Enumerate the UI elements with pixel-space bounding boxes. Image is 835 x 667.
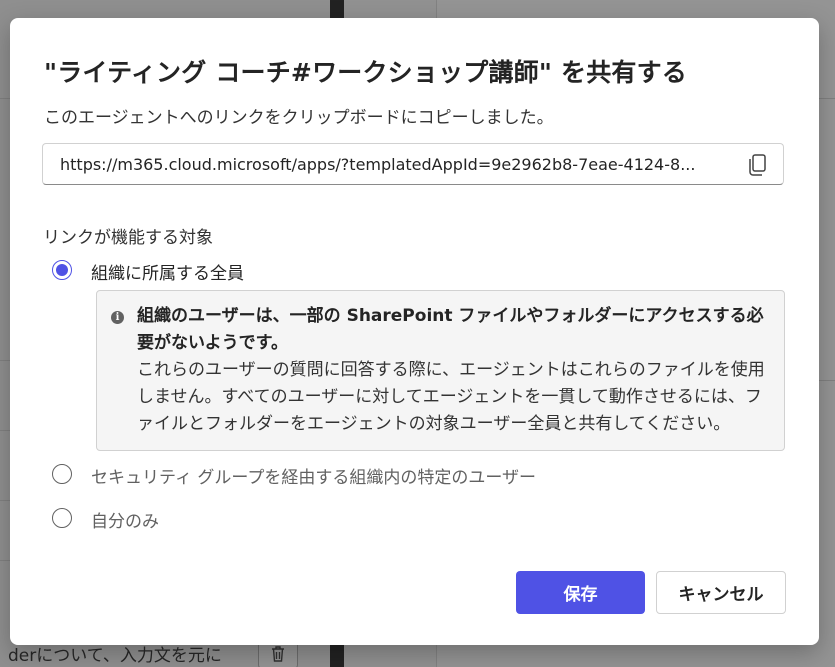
info-icon: i: [111, 311, 124, 324]
warning-body: これらのユーザーの質問に回答する際に、エージェントはこれらのファイルを使用しませ…: [137, 360, 765, 434]
radio-selected[interactable]: [52, 260, 72, 280]
warning-title: 組織のユーザーは、一部の SharePoint ファイルやフォルダーにアクセスす…: [137, 306, 764, 353]
option-label: 組織に所属する全員: [91, 264, 244, 284]
share-dialog: "ライティング コーチ#ワークショップ講師" を共有する このエージェントへのリ…: [10, 18, 819, 645]
cancel-button[interactable]: キャンセル: [656, 571, 786, 614]
copy-icon[interactable]: [745, 152, 771, 178]
option-label: 自分のみ: [91, 512, 159, 532]
copied-message: このエージェントへのリンクをクリップボードにコピーしました。: [44, 108, 554, 128]
share-link-text[interactable]: https://m365.cloud.microsoft/apps/?templ…: [60, 155, 732, 174]
radio-unselected[interactable]: [52, 508, 72, 528]
save-button[interactable]: 保存: [516, 571, 645, 614]
share-link-field[interactable]: https://m365.cloud.microsoft/apps/?templ…: [42, 143, 784, 185]
dialog-title: "ライティング コーチ#ワークショップ講師" を共有する: [44, 58, 688, 87]
option-label: セキュリティ グループを経由する組織内の特定のユーザー: [91, 468, 537, 488]
sharepoint-access-warning: i 組織のユーザーは、一部の SharePoint ファイルやフォルダーにアクセ…: [96, 290, 785, 451]
audience-section-label: リンクが機能する対象: [43, 228, 213, 248]
radio-unselected[interactable]: [52, 464, 72, 484]
